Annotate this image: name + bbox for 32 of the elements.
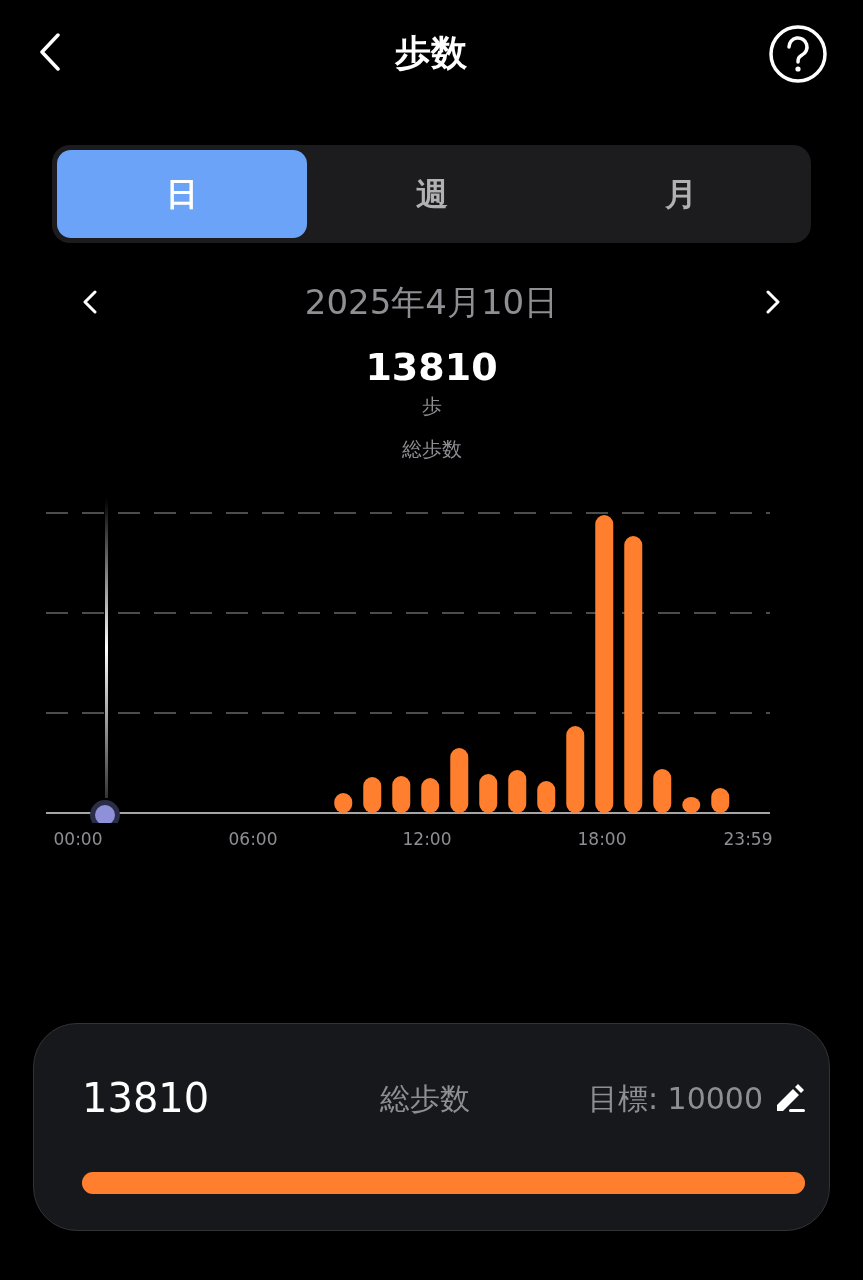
axis-label: 23:59 bbox=[722, 828, 774, 851]
step-bar bbox=[537, 781, 556, 813]
step-bar bbox=[421, 778, 440, 813]
axis-label: 18:00 bbox=[576, 828, 628, 851]
step-bar bbox=[450, 748, 469, 813]
help-icon bbox=[768, 24, 828, 84]
back-icon bbox=[39, 33, 61, 71]
step-bar bbox=[392, 776, 411, 813]
period-tab[interactable]: 週 bbox=[306, 150, 557, 238]
axis-label: 12:00 bbox=[401, 828, 453, 851]
axis-label: 06:00 bbox=[227, 828, 279, 851]
step-bar bbox=[682, 797, 701, 813]
axis-label: 00:00 bbox=[52, 828, 104, 851]
step-total: 13810 bbox=[82, 1074, 211, 1123]
page-title: 歩数 bbox=[394, 31, 468, 75]
total-label: 総歩数 bbox=[401, 436, 462, 463]
total-label: 総歩数 bbox=[379, 1079, 470, 1118]
step-bar bbox=[711, 788, 730, 813]
chevron-right-icon bbox=[766, 290, 780, 314]
unit-label: 歩 bbox=[421, 393, 442, 419]
step-bar bbox=[508, 770, 527, 813]
chevron-left-icon bbox=[83, 290, 97, 314]
goal-label: 目標: 10000 bbox=[587, 1079, 763, 1118]
period-tab[interactable]: 月 bbox=[556, 150, 806, 238]
step-bar bbox=[479, 774, 498, 813]
help-button[interactable] bbox=[768, 24, 828, 84]
time-cursor-handle[interactable] bbox=[90, 800, 120, 823]
step-bar bbox=[334, 793, 353, 813]
step-bar bbox=[363, 777, 382, 813]
step-bar bbox=[653, 769, 672, 813]
step-total: 13810 bbox=[365, 344, 498, 391]
date-label: 2025年4月10日 bbox=[304, 280, 559, 324]
